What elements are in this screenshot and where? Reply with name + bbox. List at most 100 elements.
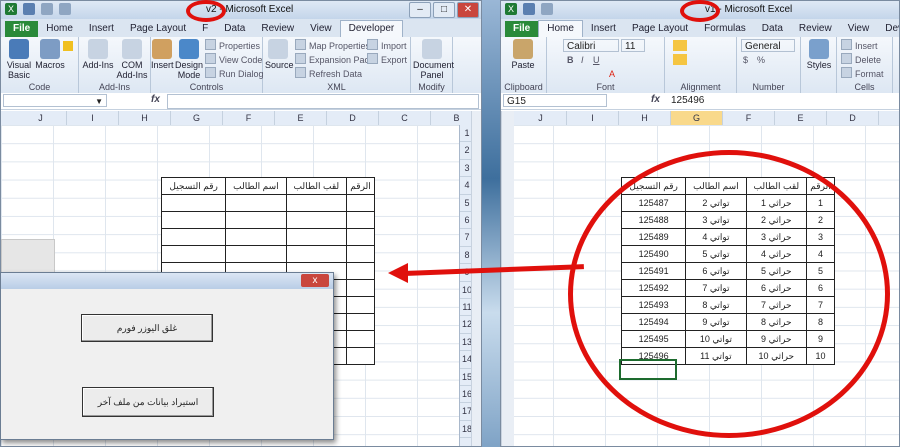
- close-userform-button[interactable]: غلق اليوزر فورم: [81, 314, 213, 342]
- close-icon[interactable]: x: [301, 274, 329, 287]
- run-dialog-button[interactable]: Run Dialog: [205, 67, 264, 79]
- column-header-C[interactable]: C: [879, 111, 899, 125]
- column-header-E[interactable]: E: [275, 111, 327, 125]
- formula-input[interactable]: 125496: [671, 95, 704, 106]
- table-cell[interactable]: [346, 347, 375, 365]
- font-size-select[interactable]: 11: [621, 39, 645, 52]
- column-header-G[interactable]: G: [171, 111, 223, 125]
- tab-f[interactable]: F: [194, 21, 216, 37]
- source-button[interactable]: Source: [265, 39, 294, 70]
- table-cell[interactable]: [346, 279, 375, 297]
- insert-cells-button[interactable]: Insert: [841, 39, 878, 51]
- column-header-F[interactable]: F: [723, 111, 775, 125]
- column-header-D[interactable]: D: [827, 111, 879, 125]
- tab-view[interactable]: View: [840, 21, 878, 37]
- table-cell[interactable]: [346, 313, 375, 331]
- maximize-icon[interactable]: □: [433, 2, 455, 18]
- table-cell[interactable]: [160, 245, 227, 263]
- bold-icon[interactable]: B: [567, 55, 574, 65]
- close-icon[interactable]: ✕: [457, 2, 479, 18]
- tab-home[interactable]: Home: [538, 20, 583, 37]
- column-header-D[interactable]: D: [327, 111, 379, 125]
- save-icon[interactable]: [523, 3, 535, 15]
- save-icon[interactable]: [23, 3, 35, 15]
- visual-basic-button[interactable]: Visual Basic: [3, 39, 35, 80]
- tab-review[interactable]: Review: [791, 21, 840, 37]
- document-panel-button[interactable]: Document Panel: [413, 39, 454, 80]
- table-cell[interactable]: [225, 228, 287, 246]
- tab-data[interactable]: Data: [216, 21, 253, 37]
- vertical-scrollbar[interactable]: [471, 111, 481, 446]
- map-properties-button[interactable]: Map Properties: [295, 39, 370, 51]
- styles-button[interactable]: Styles: [803, 39, 835, 70]
- import-data-button[interactable]: استيراد بيانات من ملف آخر: [82, 387, 214, 417]
- table-cell[interactable]: [346, 211, 375, 229]
- column-header-J[interactable]: J: [15, 111, 67, 125]
- italic-icon[interactable]: I: [581, 55, 584, 65]
- redo-icon[interactable]: [59, 3, 71, 15]
- undo-icon[interactable]: [541, 3, 553, 15]
- column-header-C[interactable]: C: [379, 111, 431, 125]
- tab-page-layout[interactable]: Page Layout: [624, 21, 696, 37]
- tab-file[interactable]: File: [505, 21, 539, 37]
- macros-button[interactable]: Macros: [35, 39, 65, 70]
- align-top-icon[interactable]: [673, 40, 687, 51]
- tab-page-layout[interactable]: Page Layout: [122, 21, 194, 37]
- tab-data[interactable]: Data: [754, 21, 791, 37]
- tab-home[interactable]: Home: [38, 21, 81, 37]
- table-cell[interactable]: [225, 211, 287, 229]
- minimize-icon[interactable]: –: [409, 2, 431, 18]
- number-format-select[interactable]: General: [741, 39, 795, 52]
- table-cell[interactable]: [285, 245, 348, 263]
- name-box[interactable]: ▼: [3, 94, 107, 107]
- name-box[interactable]: G15: [503, 94, 607, 107]
- table-cell[interactable]: [225, 245, 287, 263]
- column-header-E[interactable]: E: [775, 111, 827, 125]
- table-cell[interactable]: [346, 296, 375, 314]
- function-icon[interactable]: fx: [651, 94, 660, 105]
- column-header-H[interactable]: H: [619, 111, 671, 125]
- font-color-icon[interactable]: A: [609, 69, 615, 79]
- table-cell[interactable]: [346, 262, 375, 280]
- formula-input[interactable]: [167, 94, 479, 109]
- table-cell[interactable]: [346, 245, 375, 263]
- column-header-I[interactable]: I: [567, 111, 619, 125]
- table-cell[interactable]: [225, 194, 287, 212]
- function-icon[interactable]: fx: [151, 94, 160, 105]
- table-cell[interactable]: [346, 330, 375, 348]
- vertical-scrollbar[interactable]: [501, 111, 514, 446]
- tab-developer[interactable]: Developer: [877, 21, 899, 37]
- font-name-select[interactable]: Calibri: [563, 39, 619, 52]
- tab-insert[interactable]: Insert: [583, 21, 624, 37]
- currency-icon[interactable]: $: [743, 55, 748, 65]
- com-addins-button[interactable]: COM Add-Ins: [115, 39, 149, 80]
- addins-button[interactable]: Add-Ins: [81, 39, 115, 70]
- tab-insert[interactable]: Insert: [81, 21, 122, 37]
- table-cell[interactable]: [346, 194, 375, 212]
- table-cell[interactable]: [160, 228, 227, 246]
- table-cell[interactable]: [285, 211, 348, 229]
- tab-review[interactable]: Review: [253, 21, 302, 37]
- tab-view[interactable]: View: [302, 21, 340, 37]
- properties-button[interactable]: Properties: [205, 39, 260, 51]
- align-center-icon[interactable]: [673, 54, 687, 65]
- table-cell[interactable]: [285, 228, 348, 246]
- table-cell[interactable]: [285, 194, 348, 212]
- export-button[interactable]: Export: [367, 53, 407, 65]
- percent-icon[interactable]: %: [757, 55, 765, 65]
- table-cell[interactable]: [160, 194, 227, 212]
- table-cell[interactable]: [346, 228, 375, 246]
- column-header-G[interactable]: G: [671, 111, 723, 125]
- column-header-J[interactable]: J: [515, 111, 567, 125]
- tab-file[interactable]: File: [5, 21, 39, 37]
- view-code-button[interactable]: View Code: [205, 53, 262, 65]
- refresh-data-button[interactable]: Refresh Data: [295, 67, 362, 79]
- column-header-H[interactable]: H: [119, 111, 171, 125]
- table-cell[interactable]: [160, 211, 227, 229]
- tab-formulas[interactable]: Formulas: [696, 21, 754, 37]
- expansion-packs-button[interactable]: Expansion Packs: [295, 53, 378, 65]
- insert-control-button[interactable]: Insert: [151, 39, 174, 70]
- undo-icon[interactable]: [41, 3, 53, 15]
- import-button[interactable]: Import: [367, 39, 407, 51]
- tab-developer[interactable]: Developer: [339, 20, 404, 37]
